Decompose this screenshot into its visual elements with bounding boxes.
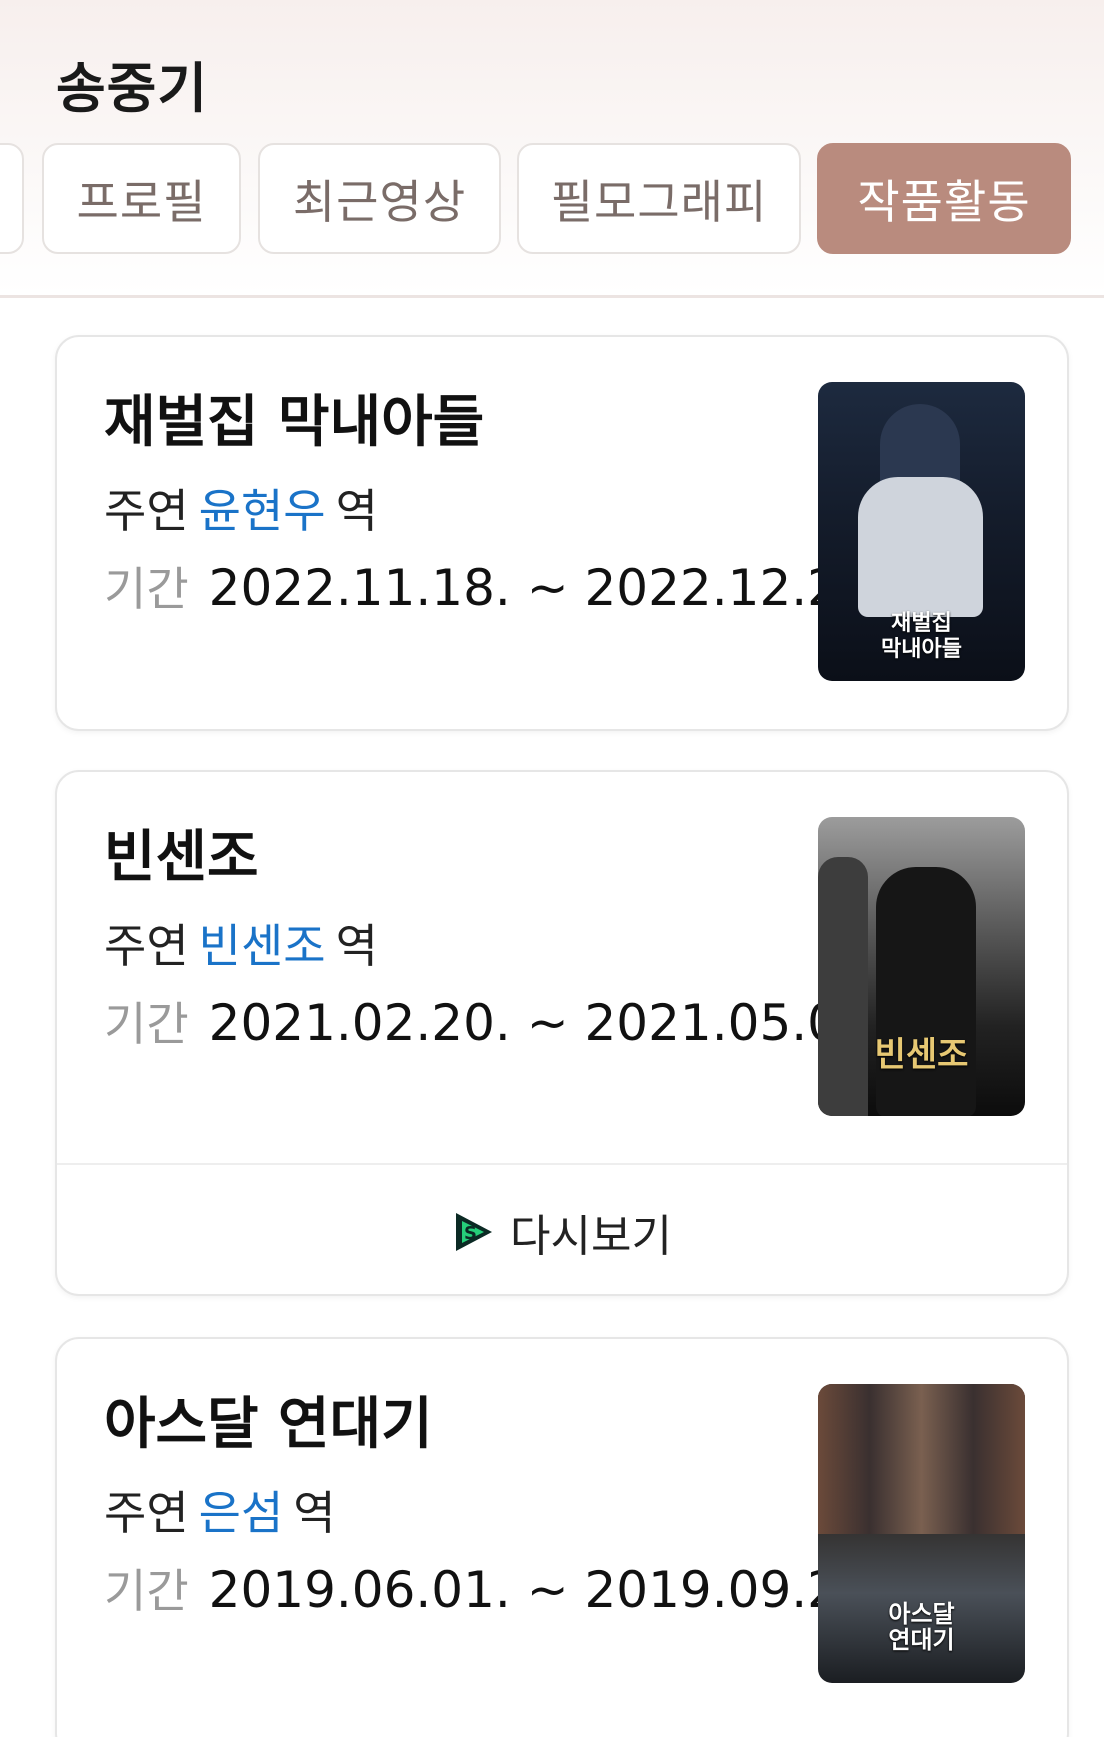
role-line: 주연 윤현우 역 [104, 475, 378, 541]
poster-image[interactable]: 빈센조 [818, 817, 1025, 1116]
poster-image[interactable]: 아스달 연대기 [818, 1384, 1025, 1683]
page: 송중기 프로필 최근영상 필모그래피 작품활동 재벌집 막내아들 주연 윤현우 역 … [0, 0, 1104, 1737]
character-link[interactable]: 은섬 [199, 1486, 284, 1540]
poster-title: 재벌집 막내아들 [881, 611, 962, 662]
poster-title: 아스달 연대기 [888, 1600, 955, 1654]
person-name: 송중기 [56, 57, 209, 120]
role-line: 주연 빈센조 역 [104, 910, 378, 976]
poster-image[interactable]: 재벌집 막내아들 [818, 382, 1025, 681]
tab-works[interactable]: 작품활동 [817, 143, 1071, 254]
poster-figure [858, 477, 983, 617]
period-line: 기간 2021.02.20. ~ 2021.05.02. [104, 988, 887, 1054]
poster-building [818, 857, 868, 1116]
character-link[interactable]: 빈센조 [199, 919, 326, 973]
tab-previous-partial[interactable] [0, 143, 24, 254]
header: 송중기 프로필 최근영상 필모그래피 작품활동 [0, 0, 1104, 298]
role-label: 주연 [104, 484, 189, 538]
replay-label: 다시보기 [510, 1210, 672, 1262]
role-suffix: 역 [293, 1486, 336, 1540]
period-dates: 2019.06.01. ~ 2019.09.22. [208, 1561, 887, 1619]
tab-filmography[interactable]: 필모그래피 [517, 143, 801, 254]
work-card[interactable]: 빈센조 주연 빈센조 역 기간 2021.02.20. ~ 2021.05.02. 빈… [55, 770, 1069, 1296]
role-label: 주연 [104, 919, 189, 973]
role-suffix: 역 [335, 919, 378, 973]
work-title[interactable]: 아스달 연대기 [104, 1379, 433, 1460]
replay-button[interactable]: S 다시보기 [57, 1165, 1067, 1294]
role-line: 주연 은섬 역 [104, 1477, 336, 1543]
period-dates: 2022.11.18. ~ 2022.12.25. [208, 559, 887, 617]
work-card[interactable]: 아스달 연대기 주연 은섬 역 기간 2019.06.01. ~ 2019.09.22… [55, 1337, 1069, 1737]
role-label: 주연 [104, 1486, 189, 1540]
work-title[interactable]: 재벌집 막내아들 [104, 377, 484, 458]
poster-cast [818, 1384, 1025, 1534]
period-line: 기간 2019.06.01. ~ 2019.09.22. [104, 1555, 887, 1621]
character-link[interactable]: 윤현우 [199, 484, 326, 538]
streaming-service-icon: S [456, 1212, 493, 1251]
work-title[interactable]: 빈센조 [104, 812, 259, 893]
work-card[interactable]: 재벌집 막내아들 주연 윤현우 역 기간 2022.11.18. ~ 2022.12.… [55, 335, 1069, 731]
role-suffix: 역 [335, 484, 378, 538]
poster-title: 빈센조 [874, 1035, 969, 1075]
svg-text:S: S [464, 1223, 477, 1244]
period-label: 기간 [104, 997, 189, 1051]
period-label: 기간 [104, 562, 189, 616]
period-label: 기간 [104, 1564, 189, 1618]
tab-profile[interactable]: 프로필 [42, 143, 241, 254]
poster-figure [876, 867, 976, 1116]
period-dates: 2021.02.20. ~ 2021.05.02. [208, 994, 887, 1052]
tab-recent-videos[interactable]: 최근영상 [258, 143, 501, 254]
period-line: 기간 2022.11.18. ~ 2022.12.25. [104, 553, 887, 619]
